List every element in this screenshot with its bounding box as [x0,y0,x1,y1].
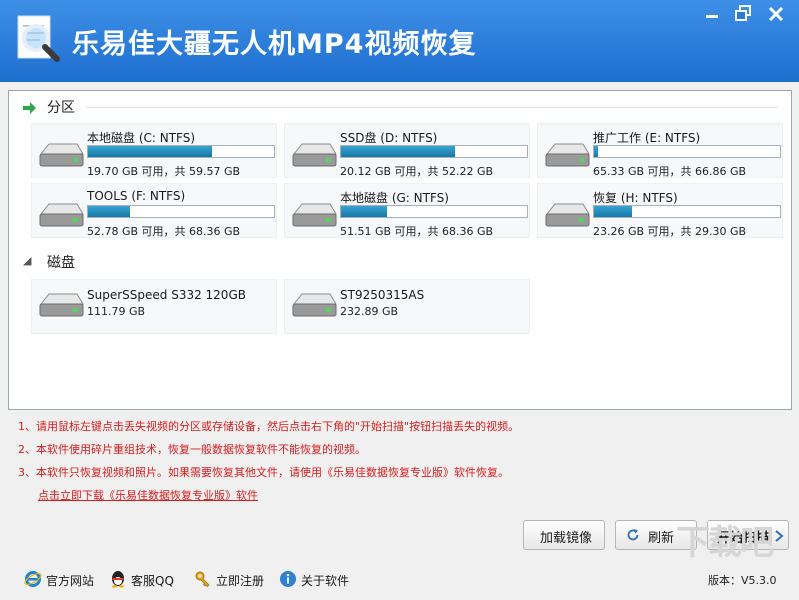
collapse-triangle-icon: ◢ [23,254,32,267]
load-image-button[interactable]: 加载镜像 [523,520,605,550]
usage-bar-fill [341,146,456,157]
partition-tile-f[interactable]: TOOLS (F: NTFS) 52.78 GB 可用，共 68.36 GB [31,183,277,238]
hard-drive-icon [39,143,84,167]
load-image-label: 加载镜像 [540,531,593,546]
usage-bar [87,205,275,218]
minimize-icon[interactable] [700,2,724,26]
partition-tile-g[interactable]: 本地磁盘 (G: NTFS) 51.51 GB 可用，共 68.36 GB [284,183,530,238]
disk-size-info: 232.89 GB [340,305,399,318]
partition-size-info: 23.26 GB 可用，共 29.30 GB [593,225,747,238]
refresh-label: 刷新 [648,531,675,546]
key-icon [195,571,210,588]
close-icon[interactable] [764,2,788,26]
hard-drive-icon [39,203,84,227]
app-title: 乐易佳大疆无人机MP4视频恢复 [72,29,477,60]
version-value: V5.3.0 [741,574,777,587]
partition-size-info: 65.33 GB 可用，共 66.86 GB [593,165,747,178]
restore-icon[interactable] [731,2,755,26]
ie-browser-icon [24,571,42,587]
disk-tile-2[interactable]: ST9250315AS 232.89 GB [284,279,530,334]
note-1: 1、请用鼠标左键点击丢失视频的分区或存储设备，然后点击右下角的"开始扫描"按钮扫… [18,420,520,433]
qq-support-link[interactable]: 客服QQ [109,570,184,590]
version-label: 版本： [708,574,741,587]
hard-drive-icon [292,143,337,167]
chevron-right-icon [775,530,784,542]
green-arrow-icon [23,102,36,114]
usage-bar-fill [594,206,633,217]
partition-size-info: 20.12 GB 可用，共 52.22 GB [340,165,494,178]
usage-bar-fill [88,146,213,157]
disks-title: 磁盘 [47,255,75,271]
website-link[interactable]: 官方网站 [24,570,104,590]
hard-drive-icon [292,203,337,227]
usage-bar-fill [341,206,387,217]
partition-size-info: 52.78 GB 可用，共 68.36 GB [87,225,241,238]
hard-drive-icon [545,143,590,167]
partition-name: 本地磁盘 (G: NTFS) [340,191,449,205]
divider [85,107,779,108]
register-label: 立即注册 [216,574,265,588]
partition-name: 本地磁盘 (C: NTFS) [87,131,196,145]
usage-bar [340,205,528,218]
hard-drive-icon [39,293,84,317]
usage-bar [593,205,781,218]
disk-tile-1[interactable]: SuperSSpeed S332 120GB 111.79 GB [31,279,277,334]
disks-section-header[interactable]: ◢ 磁盘 [19,252,779,272]
partition-tile-c[interactable]: 本地磁盘 (C: NTFS) 19.70 GB 可用，共 59.57 GB [31,123,277,178]
partition-name: TOOLS (F: NTFS) [87,189,186,203]
partition-size-info: 51.51 GB 可用，共 68.36 GB [340,225,494,238]
magnifier-document-icon [17,15,60,62]
partition-tile-h[interactable]: 恢复 (H: NTFS) 23.26 GB 可用，共 29.30 GB [537,183,783,238]
partitions-title: 分区 [47,100,75,116]
hard-drive-icon [545,203,590,227]
partition-tile-e[interactable]: 推广工作 (E: NTFS) 65.33 GB 可用，共 66.86 GB [537,123,783,178]
usage-bar [593,145,781,158]
info-icon [280,571,296,587]
hard-drive-icon [292,293,337,317]
usage-bar-fill [594,146,599,157]
note-2: 2、本软件使用碎片重组技术，恢复一般数据恢复软件不能恢复的视频。 [18,443,366,456]
register-link[interactable]: 立即注册 [194,570,269,590]
note-3: 3、本软件只恢复视频和照片。如果需要恢复其他文件，请使用《乐易佳数据恢复专业版》… [18,466,509,479]
disk-name: ST9250315AS [340,288,425,302]
partition-name: SSD盘 (D: NTFS) [340,131,438,145]
watermark-logo: 下载吧 [676,523,774,563]
usage-bar-fill [88,206,131,217]
drive-list-panel: 分区 本地磁盘 (C: NTFS) 19.70 GB 可用，共 59.57 GB… [8,90,792,410]
partition-tile-d[interactable]: SSD盘 (D: NTFS) 20.12 GB 可用，共 52.22 GB [284,123,530,178]
partition-size-info: 19.70 GB 可用，共 59.57 GB [87,165,241,178]
refresh-icon [627,529,639,541]
usage-bar [87,145,275,158]
title-bar: 乐易佳大疆无人机MP4视频恢复 [0,0,799,82]
partition-name: 恢复 (H: NTFS) [593,191,678,205]
partition-name: 推广工作 (E: NTFS) [593,131,701,145]
download-pro-link[interactable]: 点击立即下载《乐易佳数据恢复专业版》软件 [38,487,258,503]
website-label: 官方网站 [46,574,95,588]
version-info: 版本：V5.3.0 [708,572,777,588]
about-label: 关于软件 [301,574,350,588]
disk-name: SuperSSpeed S332 120GB [87,288,246,302]
disk-size-info: 111.79 GB [87,305,146,318]
about-link[interactable]: 关于软件 [279,570,359,590]
qq-label: 客服QQ [131,574,174,588]
qq-penguin-icon [112,571,124,588]
partitions-section-header[interactable]: 分区 [19,97,779,117]
usage-bar [340,145,528,158]
